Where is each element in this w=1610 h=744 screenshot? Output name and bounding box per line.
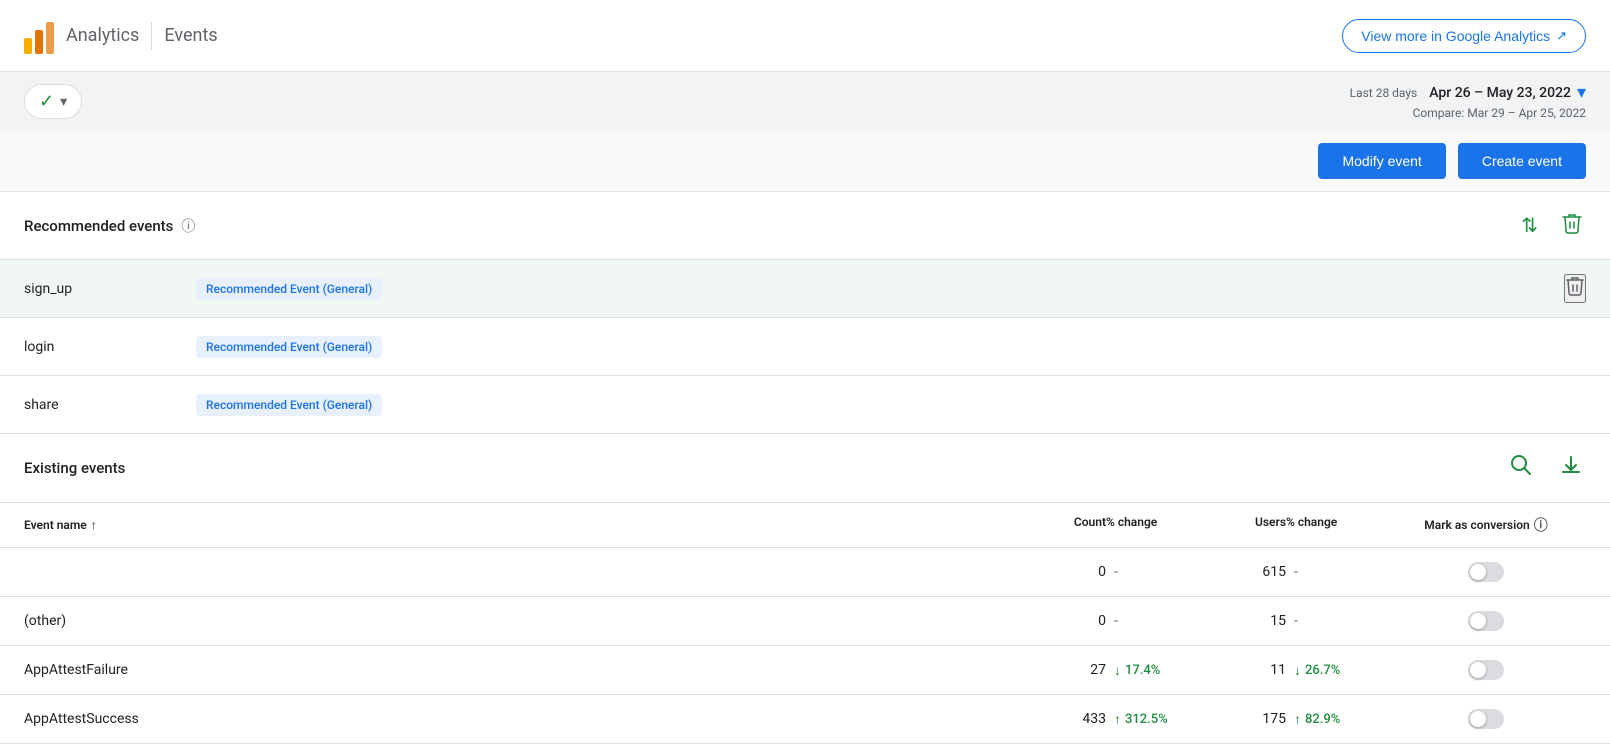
- users-cell: 11: [1206, 662, 1286, 678]
- arrow-up-icon: ↑: [1114, 711, 1121, 728]
- toolbar: ✓ ▾ Last 28 days Apr 26 – May 23, 2022 ▾…: [0, 72, 1610, 131]
- table-row: AppAttestFailure 27 ↓ 17.4% 11 ↓ 26.7%: [0, 646, 1610, 695]
- event-name-signup: sign_up: [24, 281, 184, 297]
- arrow-up-icon: ↑: [1294, 711, 1301, 728]
- event-name-login: login: [24, 339, 184, 355]
- conversion-toggle[interactable]: [1386, 562, 1586, 582]
- event-badge-share: Recommended Event (General): [196, 394, 382, 416]
- header-branding: Analytics Events: [24, 18, 218, 54]
- users-cell: 15: [1206, 613, 1286, 629]
- check-circle-icon: ✓: [39, 91, 54, 112]
- th-count-change: % change: [1106, 515, 1206, 535]
- event-name-cell: AppAttestSuccess: [24, 711, 1026, 727]
- th-users: Users: [1206, 515, 1286, 535]
- existing-section-actions: [1506, 450, 1586, 486]
- event-name-cell: AppAttestFailure: [24, 662, 1026, 678]
- existing-events-title: Existing events: [24, 459, 125, 477]
- toolbar-filters: ✓ ▾: [24, 84, 82, 119]
- date-chevron-icon[interactable]: ▾: [1577, 82, 1586, 103]
- users-change-cell: ↑ 82.9%: [1286, 711, 1386, 728]
- external-link-icon: ↗: [1556, 28, 1567, 44]
- compare-label: Compare: Mar 29 – Apr 25, 2022: [1413, 106, 1586, 120]
- event-badge-login: Recommended Event (General): [196, 336, 382, 358]
- page-name: Events: [164, 25, 217, 46]
- th-count: Count: [1026, 515, 1106, 535]
- users-change-cell: ↓ 26.7%: [1286, 662, 1386, 679]
- date-range: Apr 26 – May 23, 2022: [1429, 85, 1571, 101]
- app-name: Analytics: [66, 25, 139, 46]
- create-event-button[interactable]: Create event: [1458, 143, 1586, 179]
- recommended-event-row-share: share Recommended Event (General): [0, 376, 1610, 434]
- app-header: Analytics Events View more in Google Ana…: [0, 0, 1610, 72]
- chevron-down-icon: ▾: [60, 93, 67, 110]
- conversion-help-icon[interactable]: ⓘ: [1534, 515, 1548, 535]
- action-row: Modify event Create event: [0, 131, 1610, 192]
- arrow-down-icon: ↓: [1114, 662, 1121, 679]
- event-name-cell: (other): [24, 613, 1026, 629]
- users-change-cell: -: [1286, 613, 1386, 629]
- table-header: Event name ↑ Count % change Users % chan…: [0, 503, 1610, 548]
- users-change-cell: -: [1286, 564, 1386, 580]
- delete-section-button[interactable]: [1558, 208, 1586, 243]
- arrow-down-icon: ↓: [1294, 662, 1301, 679]
- search-events-button[interactable]: [1506, 450, 1536, 486]
- conversion-toggle[interactable]: [1386, 660, 1586, 680]
- count-cell: 27: [1026, 662, 1106, 678]
- last-days-label: Last 28 days: [1350, 86, 1418, 100]
- table-row: AppAttestSuccess 433 ↑ 312.5% 175 ↑ 82.9…: [0, 695, 1610, 744]
- count-cell: 0: [1026, 564, 1106, 580]
- count-cell: 0: [1026, 613, 1106, 629]
- table-row: 0 - 615 -: [0, 548, 1610, 597]
- date-section: Last 28 days Apr 26 – May 23, 2022 ▾ Com…: [1350, 82, 1586, 121]
- table-row: (other) 0 - 15 -: [0, 597, 1610, 646]
- logo-bar-3: [46, 22, 54, 54]
- conversion-toggle[interactable]: [1386, 611, 1586, 631]
- header-divider: [151, 22, 152, 50]
- th-conversion: Mark as conversion ⓘ: [1386, 515, 1586, 535]
- logo-bar-2: [35, 30, 43, 54]
- sort-icon-button[interactable]: ⇅: [1517, 209, 1542, 242]
- view-more-button[interactable]: View more in Google Analytics ↗: [1342, 19, 1586, 53]
- recommended-help-icon[interactable]: ⓘ: [181, 216, 195, 236]
- event-name-share: share: [24, 397, 184, 413]
- th-event-name[interactable]: Event name ↑: [24, 515, 1026, 535]
- conversion-toggle[interactable]: [1386, 709, 1586, 729]
- count-change-cell: -: [1106, 613, 1206, 629]
- recommended-events-section-header: Recommended events ⓘ ⇅: [0, 192, 1610, 260]
- analytics-logo: [24, 18, 54, 54]
- modify-event-button[interactable]: Modify event: [1318, 143, 1445, 179]
- count-change-cell: ↓ 17.4%: [1106, 662, 1206, 679]
- logo-bar-1: [24, 38, 32, 54]
- users-cell: 615: [1206, 564, 1286, 580]
- existing-events-section: Existing events Event name ↑ Count % cha…: [0, 434, 1610, 744]
- event-badge-signup: Recommended Event (General): [196, 278, 382, 300]
- count-change-cell: -: [1106, 564, 1206, 580]
- users-cell: 175: [1206, 711, 1286, 727]
- count-change-cell: ↑ 312.5%: [1106, 711, 1206, 728]
- count-cell: 433: [1026, 711, 1106, 727]
- recommended-section-actions: ⇅: [1517, 208, 1586, 243]
- recommended-events-title: Recommended events ⓘ: [24, 216, 195, 236]
- filter-button[interactable]: ✓ ▾: [24, 84, 82, 119]
- sort-asc-icon: ↑: [91, 518, 97, 532]
- recommended-event-row-signup: sign_up Recommended Event (General): [0, 260, 1610, 318]
- th-users-change: % change: [1286, 515, 1386, 535]
- existing-events-header: Existing events: [0, 434, 1610, 503]
- recommended-event-row-login: login Recommended Event (General): [0, 318, 1610, 376]
- delete-signup-button[interactable]: [1564, 274, 1586, 303]
- download-events-button[interactable]: [1556, 450, 1586, 486]
